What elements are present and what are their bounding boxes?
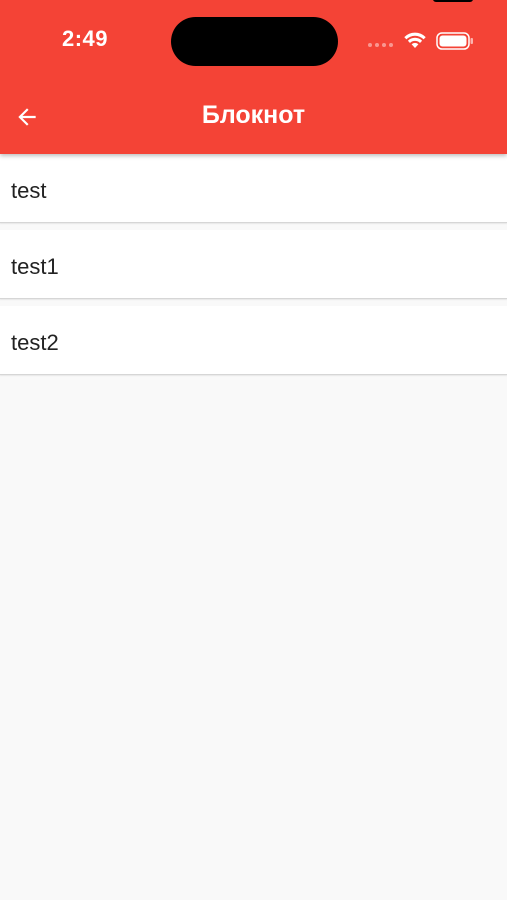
notes-list: test test1 test2 <box>0 154 507 382</box>
camera-notch-edge <box>433 0 473 2</box>
app-bar: 2:49 Блокнот <box>0 0 507 154</box>
status-time: 2:49 <box>62 26 109 51</box>
list-item[interactable]: test2 <box>0 306 507 375</box>
wifi-icon <box>404 32 426 48</box>
list-item-label: test2 <box>11 330 59 355</box>
dynamic-island <box>171 17 338 66</box>
list-item-label: test1 <box>11 254 59 279</box>
cellular-signal-icon <box>368 42 396 48</box>
list-item[interactable]: test1 <box>0 230 507 299</box>
battery-icon <box>436 32 473 50</box>
page-title: Блокнот <box>201 101 306 129</box>
list-item-label: test <box>11 178 47 203</box>
list-item[interactable]: test <box>0 154 507 223</box>
